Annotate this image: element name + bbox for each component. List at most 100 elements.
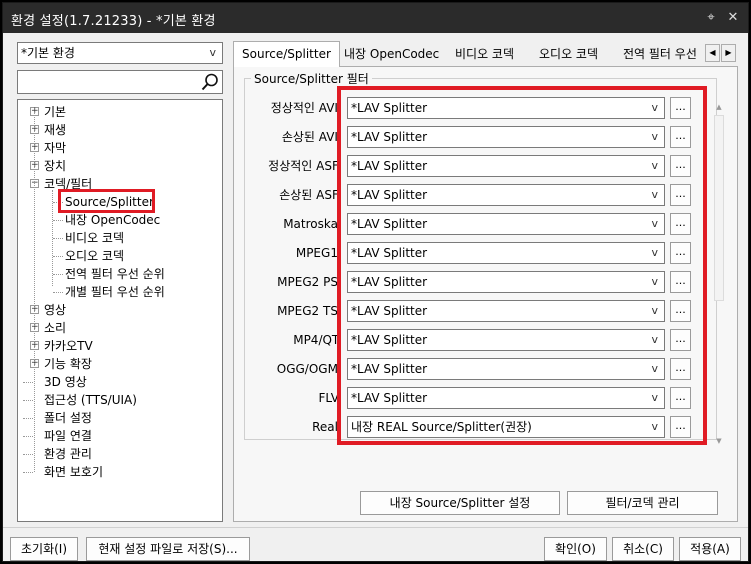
filter-row-label: OGG/OGM:	[276, 362, 342, 376]
close-icon[interactable]: ✕	[723, 8, 743, 28]
vertical-scrollbar[interactable]: ▲ ▼	[713, 101, 725, 447]
tree-connector	[23, 472, 33, 473]
filter-select[interactable]: *LAV Splitter v	[347, 271, 665, 293]
tree-connector	[53, 274, 63, 275]
filter-select-value: 내장 REAL Source/Splitter(권장)	[351, 420, 532, 434]
save-current-settings-button[interactable]: 현재 설정 파일로 저장(S)...	[86, 537, 250, 561]
filter-properties-button[interactable]: ...	[670, 242, 691, 264]
filter-select-value: *LAV Splitter	[351, 188, 428, 202]
filter-select[interactable]: *LAV Splitter v	[347, 184, 665, 206]
filter-select-value: *LAV Splitter	[351, 217, 428, 231]
filter-select[interactable]: *LAV Splitter v	[347, 300, 665, 322]
pin-icon[interactable]: ⌖	[701, 8, 721, 28]
filter-properties-button[interactable]: ...	[670, 126, 691, 148]
filter-select[interactable]: *LAV Splitter v	[347, 387, 665, 409]
filter-select[interactable]: *LAV Splitter v	[347, 358, 665, 380]
tree-item-label: 기능 확장	[44, 357, 92, 371]
tab-item[interactable]: Source/Splitter	[233, 41, 340, 67]
filter-properties-button[interactable]: ...	[670, 97, 691, 119]
filter-select-value: *LAV Splitter	[351, 304, 428, 318]
chevron-down-icon: v	[651, 275, 658, 288]
tree-connector	[53, 220, 63, 221]
chevron-down-icon: v	[209, 46, 216, 59]
splitter-filter-group: Source/Splitter 필터 ▲ ▼ 정상적인 AVI: *LAV Spl…	[244, 70, 724, 445]
tab-scroll-right-icon[interactable]: ▶	[721, 44, 736, 62]
filter-select[interactable]: *LAV Splitter v	[347, 329, 665, 351]
tree-item-label: 비디오 코덱	[65, 231, 125, 245]
apply-button[interactable]: 적용(A)	[679, 537, 741, 561]
tab-item[interactable]: 오디오 코덱	[531, 44, 606, 66]
tree-item-label: 환경 관리	[44, 447, 92, 461]
selected-item-highlight	[58, 189, 155, 213]
filter-properties-button[interactable]: ...	[670, 213, 691, 235]
filter-row-label: FLV:	[318, 391, 342, 405]
chevron-down-icon: v	[651, 246, 658, 259]
tree-item-label: 재생	[44, 123, 67, 137]
scroll-down-icon[interactable]: ▼	[713, 435, 725, 447]
tree-connector	[53, 292, 63, 293]
tree-connector	[53, 256, 63, 257]
filter-select-value: *LAV Splitter	[351, 333, 428, 347]
tab-scroll-left-icon[interactable]: ◀	[705, 44, 720, 62]
filter-select[interactable]: *LAV Splitter v	[347, 97, 665, 119]
filter-select[interactable]: *LAV Splitter v	[347, 213, 665, 235]
preset-select[interactable]: *기본 환경 v	[17, 42, 223, 64]
search-icon[interactable]	[200, 72, 220, 92]
tree-connector	[23, 454, 33, 455]
tree-item-label: 화면 보호기	[44, 465, 104, 479]
filter-row-label: 손상된 AVI:	[281, 130, 342, 144]
tab-item[interactable]: 내장 OpenCodec	[336, 44, 447, 66]
window-content: *기본 환경 v + 기본 + 재생 + 자막 + 장치 − 코덱/필터 Source/Splitt…	[3, 33, 748, 561]
tab-strip: Source/Splitter 내장 OpenCodec 비디오 코덱 오디오 코덱 전…	[233, 41, 738, 67]
tree-item-label: 자막	[44, 141, 67, 155]
tree-item-label: 오디오 코덱	[65, 249, 125, 263]
tree-item-label: 소리	[44, 321, 67, 335]
filter-properties-button[interactable]: ...	[670, 271, 691, 293]
chevron-down-icon: v	[651, 130, 658, 143]
tree-connector	[23, 418, 33, 419]
filter-row-label: MPEG2 TS:	[277, 304, 342, 318]
settings-window: 환경 설정(1.7.21233) - *기본 환경 ⌖ ✕ *기본 환경 v +…	[2, 2, 749, 562]
tab-item[interactable]: 비디오 코덱	[447, 44, 522, 66]
chevron-down-icon: v	[651, 101, 658, 114]
tree-item-label: 장치	[44, 159, 67, 173]
filter-properties-button[interactable]: ...	[670, 155, 691, 177]
builtin-splitter-settings-button[interactable]: 내장 Source/Splitter 설정	[360, 491, 560, 515]
filter-codec-manage-button[interactable]: 필터/코덱 관리	[567, 491, 718, 515]
tree-item-label: 폴더 설정	[44, 411, 92, 425]
tree-connector	[23, 400, 33, 401]
filter-properties-button[interactable]: ...	[670, 300, 691, 322]
filter-select[interactable]: *LAV Splitter v	[347, 242, 665, 264]
tree-item-label: 개별 필터 우선 순위	[65, 285, 165, 299]
filter-select[interactable]: *LAV Splitter v	[347, 126, 665, 148]
chevron-down-icon: v	[651, 159, 658, 172]
tree-connector	[23, 382, 33, 383]
filter-select[interactable]: 내장 REAL Source/Splitter(권장) v	[347, 416, 665, 438]
chevron-down-icon: v	[651, 304, 658, 317]
filter-row-label: 정상적인 ASF:	[268, 159, 342, 173]
filter-properties-button[interactable]: ...	[670, 387, 691, 409]
filter-select-value: *LAV Splitter	[351, 101, 428, 115]
filter-select[interactable]: *LAV Splitter v	[347, 155, 665, 177]
scroll-thumb[interactable]	[714, 115, 724, 301]
filter-row-label: MP4/QT:	[293, 333, 342, 347]
cancel-button[interactable]: 취소(C)	[612, 537, 674, 561]
settings-tree[interactable]: + 기본 + 재생 + 자막 + 장치 − 코덱/필터 Source/Splitter 내장 Open…	[17, 99, 223, 522]
window-title: 환경 설정(1.7.21233) - *기본 환경	[11, 14, 216, 29]
ok-button[interactable]: 확인(O)	[544, 537, 607, 561]
filter-properties-button[interactable]: ...	[670, 416, 691, 438]
filter-select-value: *LAV Splitter	[351, 275, 428, 289]
filter-row-label: MPEG2 PS:	[277, 275, 342, 289]
scroll-up-icon[interactable]: ▲	[713, 101, 725, 113]
chevron-down-icon: v	[651, 420, 658, 433]
search-field[interactable]	[17, 70, 223, 94]
filter-properties-button[interactable]: ...	[670, 184, 691, 206]
tree-item-label: 기본	[44, 105, 67, 119]
tab-item[interactable]: 전역 필터 우선	[615, 44, 705, 66]
filter-select-value: *LAV Splitter	[351, 130, 428, 144]
filter-properties-button[interactable]: ...	[670, 329, 691, 351]
filter-properties-button[interactable]: ...	[670, 358, 691, 380]
chevron-down-icon: v	[651, 188, 658, 201]
reset-button[interactable]: 초기화(I)	[10, 537, 78, 561]
tree-item-label: 전역 필터 우선 순위	[65, 267, 165, 281]
